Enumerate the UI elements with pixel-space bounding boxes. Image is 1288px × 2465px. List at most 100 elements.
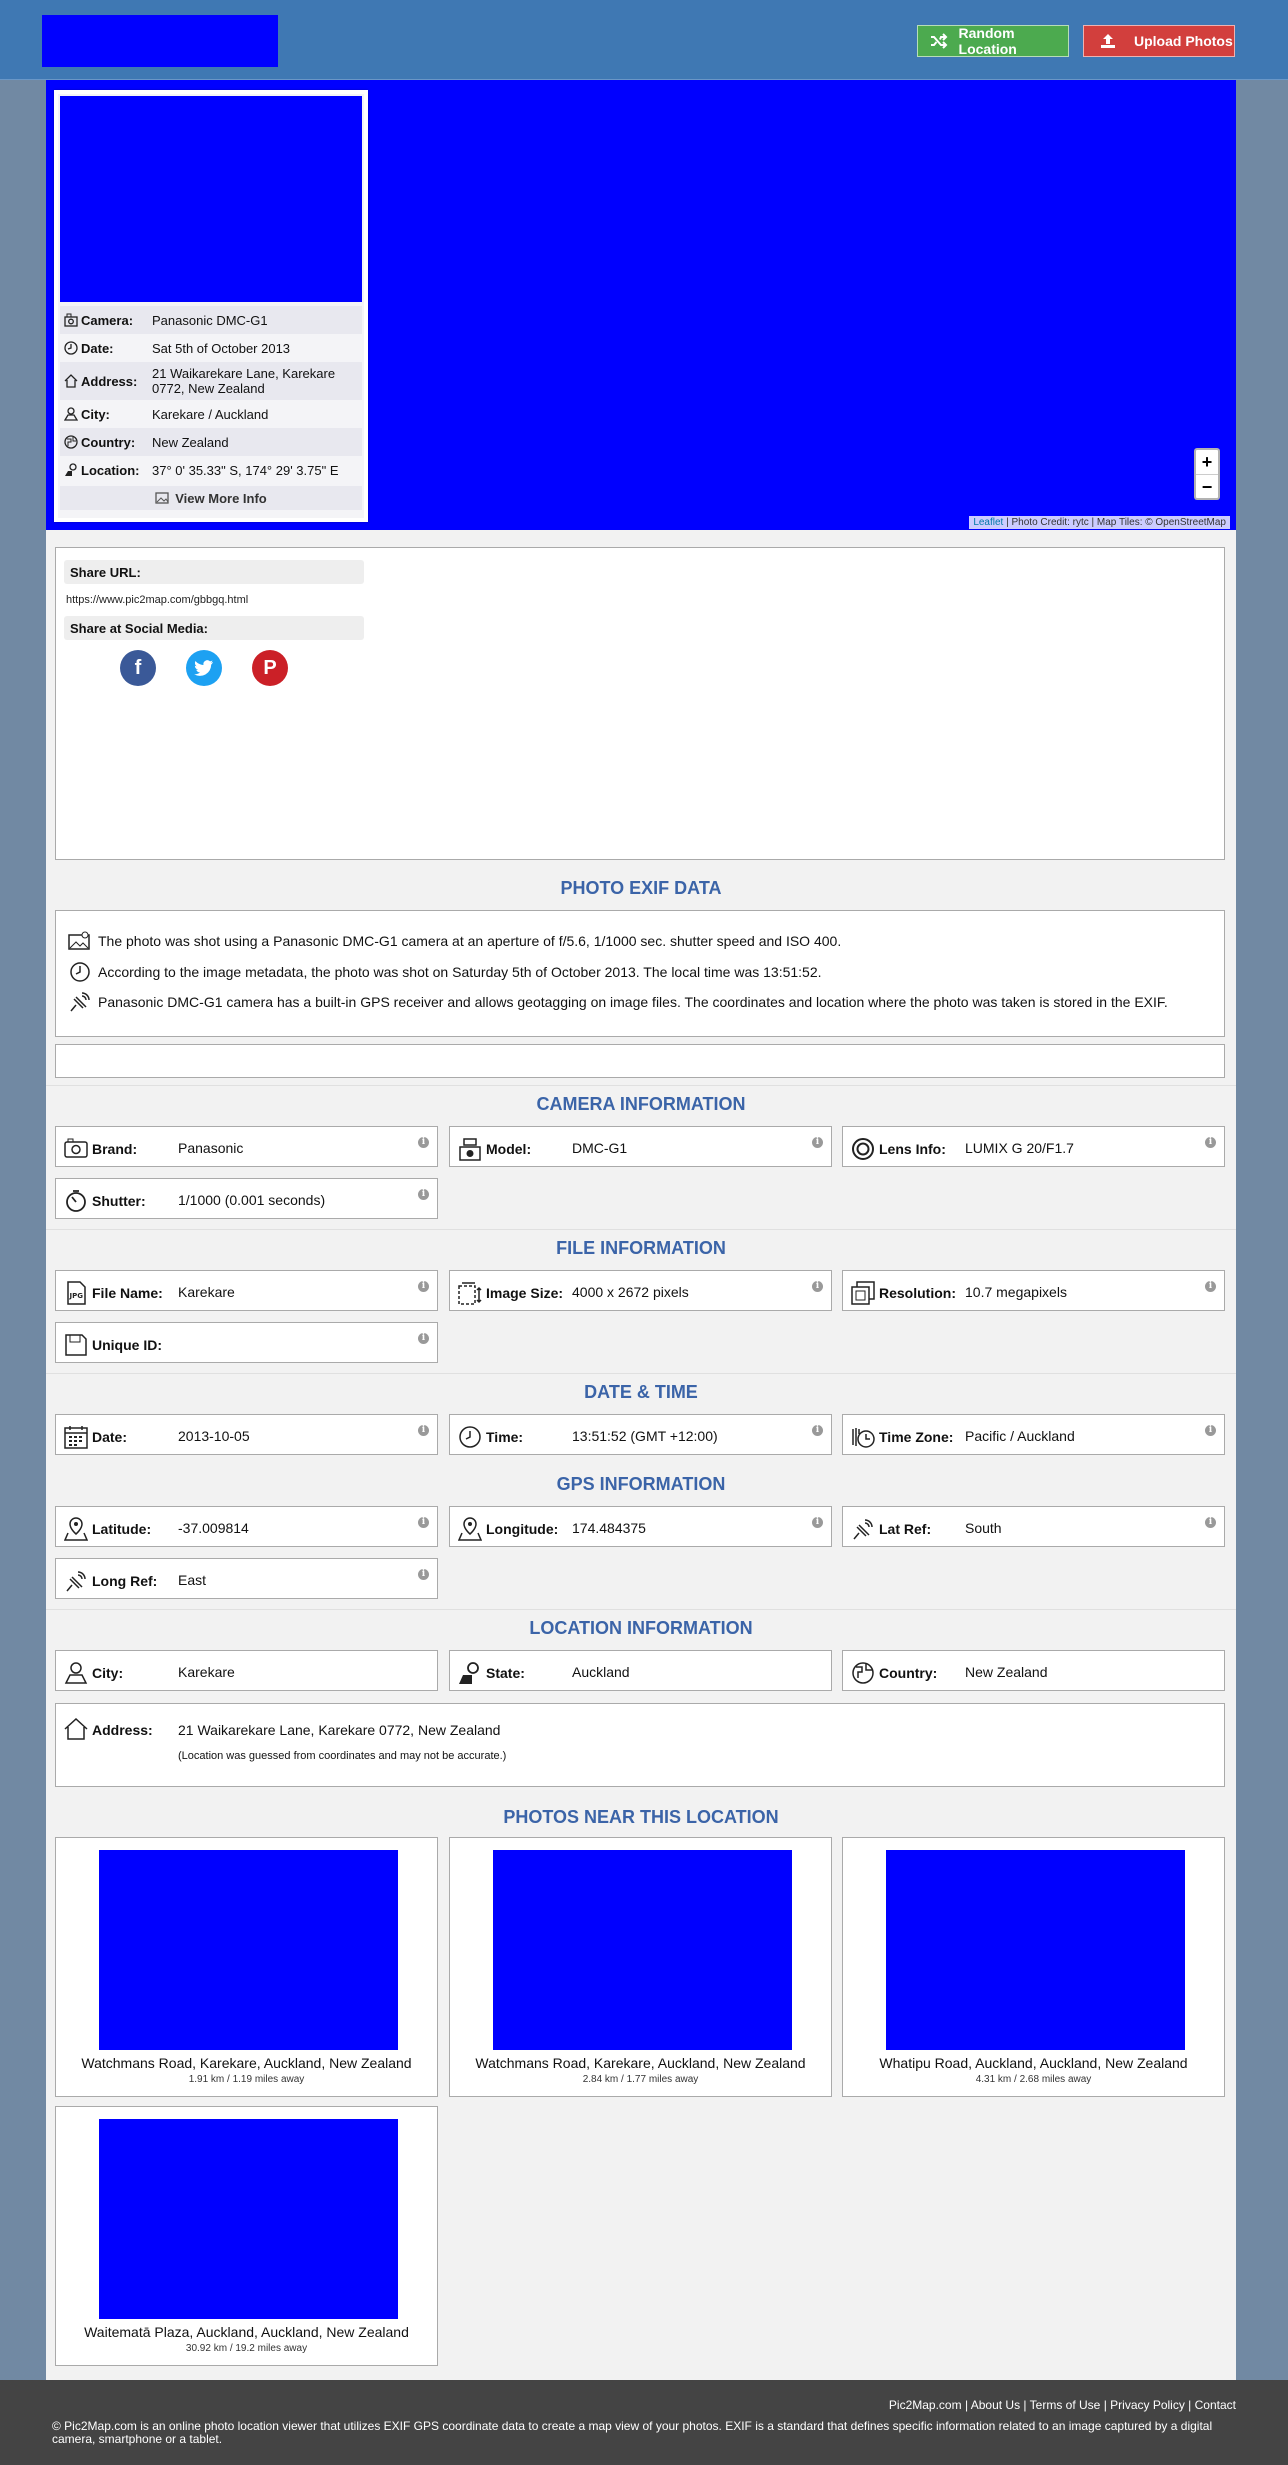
clock-icon (64, 341, 78, 355)
footer-link-contact[interactable]: Contact (1195, 2398, 1236, 2412)
latitude-field: Latitude: -37.009814 i (55, 1506, 438, 1547)
upload-photos-button[interactable]: Upload Photos (1083, 25, 1235, 57)
info-row-date: Date: Sat 5th of October 2013 (60, 334, 362, 362)
footer-link-privacy[interactable]: Privacy Policy (1110, 2398, 1185, 2412)
resize-icon (458, 1281, 482, 1305)
nearby-photo-name[interactable]: Whatipu Road, Auckland, Auckland, New Ze… (843, 2055, 1224, 2071)
info-row-address: Address: 21 Waikarekare Lane, Karekare 0… (60, 362, 362, 400)
share-url-text[interactable]: https://www.pic2map.com/gbbgq.html (66, 594, 248, 606)
exif-line-date: According to the image metadata, the pho… (68, 961, 822, 983)
photo-info-card: Camera: Panasonic DMC-G1 Date: Sat 5th o… (54, 90, 368, 522)
info-icon[interactable]: i (1205, 1425, 1216, 1436)
camera-section-title: CAMERA INFORMATION (536, 1094, 746, 1114)
nearby-photo-name[interactable]: Watchmans Road, Karekare, Auckland, New … (56, 2055, 437, 2071)
view-more-info-button[interactable]: View More Info (60, 486, 362, 510)
info-icon[interactable]: i (812, 1281, 823, 1292)
info-row-camera: Camera: Panasonic DMC-G1 (60, 306, 362, 334)
stopwatch-icon (64, 1189, 86, 1212)
resolution-icon (851, 1281, 875, 1305)
site-logo[interactable] (42, 15, 278, 67)
facebook-share-button[interactable]: f (120, 650, 156, 686)
nearby-photo-card[interactable]: Watchmans Road, Karekare, Auckland, New … (449, 1837, 832, 2097)
footer-copyright: © Pic2Map.com is an online photo locatio… (52, 2419, 1213, 2446)
info-row-country: Country: New Zealand (60, 428, 362, 456)
nearby-photo-image[interactable] (886, 1850, 1185, 2050)
share-url-label: Share URL: (64, 560, 364, 584)
footer-link-about[interactable]: About Us (971, 2398, 1020, 2412)
nearby-photo-image[interactable] (99, 1850, 398, 2050)
lens-icon (851, 1137, 874, 1160)
upload-icon (1098, 31, 1118, 51)
info-icon[interactable]: i (418, 1517, 429, 1528)
satellite-icon (64, 1569, 86, 1592)
nearby-photo-image[interactable] (99, 2119, 398, 2319)
info-icon[interactable]: i (812, 1425, 823, 1436)
pinterest-icon: P (263, 656, 277, 679)
info-icon[interactable]: i (1205, 1281, 1216, 1292)
clock-icon (458, 1425, 481, 1448)
twitter-share-button[interactable] (186, 650, 222, 686)
nearby-photo-distance: 2.84 km / 1.77 miles away (582, 2074, 699, 2085)
attribution-text: | Photo Credit: rytc | Map Tiles: © Open… (1003, 517, 1226, 528)
site-footer: Pic2Map.com | About Us | Terms of Use | … (0, 2380, 1288, 2465)
clock-icon (68, 961, 92, 983)
nearby-photo-name[interactable]: Watchmans Road, Karekare, Auckland, New … (450, 2055, 831, 2071)
address-note: (Location was guessed from coordinates a… (178, 1750, 507, 1762)
nearby-photo-image[interactable] (493, 1850, 792, 2050)
random-location-button[interactable]: Random Location (917, 25, 1069, 57)
image-icon (68, 931, 92, 951)
facebook-icon: f (134, 656, 142, 679)
leaflet-link[interactable]: Leaflet (973, 517, 1003, 528)
info-icon[interactable]: i (418, 1425, 429, 1436)
globe-icon (64, 435, 78, 449)
divider (46, 1373, 1236, 1374)
info-icon[interactable]: i (1205, 1137, 1216, 1148)
map-attribution: Leaflet | Photo Credit: rytc | Map Tiles… (969, 516, 1230, 529)
state-field: State: Auckland (449, 1650, 832, 1691)
nearby-photo-card[interactable]: Waitematā Plaza, Auckland, Auckland, New… (55, 2106, 438, 2366)
address-box: Address: 21 Waikarekare Lane, Karekare 0… (55, 1703, 1225, 1787)
site-header: Random Location Upload Photos (0, 0, 1288, 80)
divider (46, 1229, 1236, 1230)
nearby-photo-card[interactable]: Whatipu Road, Auckland, Auckland, New Ze… (842, 1837, 1225, 2097)
zoom-in-button[interactable]: + (1196, 450, 1218, 474)
info-icon[interactable]: i (418, 1137, 429, 1148)
info-icon[interactable]: i (812, 1137, 823, 1148)
divider (46, 1609, 1236, 1610)
resolution-field: Resolution: 10.7 megapixels i (842, 1270, 1225, 1311)
location-section-title: LOCATION INFORMATION (529, 1618, 753, 1638)
map-pin-icon (64, 1517, 88, 1541)
svg-text:JPG: JPG (69, 1292, 84, 1300)
exif-section-title: PHOTO EXIF DATA (560, 878, 722, 898)
map-pin-icon (458, 1517, 482, 1541)
save-disk-icon (64, 1333, 87, 1356)
footer-link-terms[interactable]: Terms of Use (1030, 2398, 1101, 2412)
divider (46, 1085, 1236, 1086)
zoom-out-button[interactable]: − (1196, 474, 1218, 498)
info-icon[interactable]: i (1205, 1517, 1216, 1528)
pinterest-share-button[interactable]: P (252, 650, 288, 686)
unique-id-field: Unique ID: i (55, 1322, 438, 1363)
camera-icon (64, 1137, 88, 1159)
photo-thumbnail[interactable] (60, 96, 362, 302)
info-icon[interactable]: i (418, 1569, 429, 1580)
globe-icon (851, 1661, 874, 1684)
longitude-field: Longitude: 174.484375 i (449, 1506, 832, 1547)
info-icon[interactable]: i (418, 1333, 429, 1344)
main-content: Camera: Panasonic DMC-G1 Date: Sat 5th o… (46, 80, 1236, 2380)
nearby-photo-card[interactable]: Watchmans Road, Karekare, Auckland, New … (55, 1837, 438, 2097)
empty-ad-box (55, 1044, 1225, 1078)
footer-link-home[interactable]: Pic2Map.com (889, 2398, 962, 2412)
info-row-city: City: Karekare / Auckland (60, 400, 362, 428)
info-icon[interactable]: i (812, 1517, 823, 1528)
shuffle-icon (930, 31, 949, 51)
info-icon[interactable]: i (418, 1281, 429, 1292)
map-view[interactable]: Camera: Panasonic DMC-G1 Date: Sat 5th o… (46, 80, 1236, 530)
nearby-photo-distance: 30.92 km / 19.2 miles away (185, 2343, 308, 2354)
photo-info-rows: Camera: Panasonic DMC-G1 Date: Sat 5th o… (60, 306, 362, 510)
info-icon[interactable]: i (418, 1189, 429, 1200)
lens-field: Lens Info: LUMIX G 20/F1.7 i (842, 1126, 1225, 1167)
exif-summary-box: The photo was shot using a Panasonic DMC… (55, 910, 1225, 1037)
camera-model-icon (458, 1137, 481, 1161)
nearby-photo-name[interactable]: Waitematā Plaza, Auckland, Auckland, New… (56, 2324, 437, 2340)
